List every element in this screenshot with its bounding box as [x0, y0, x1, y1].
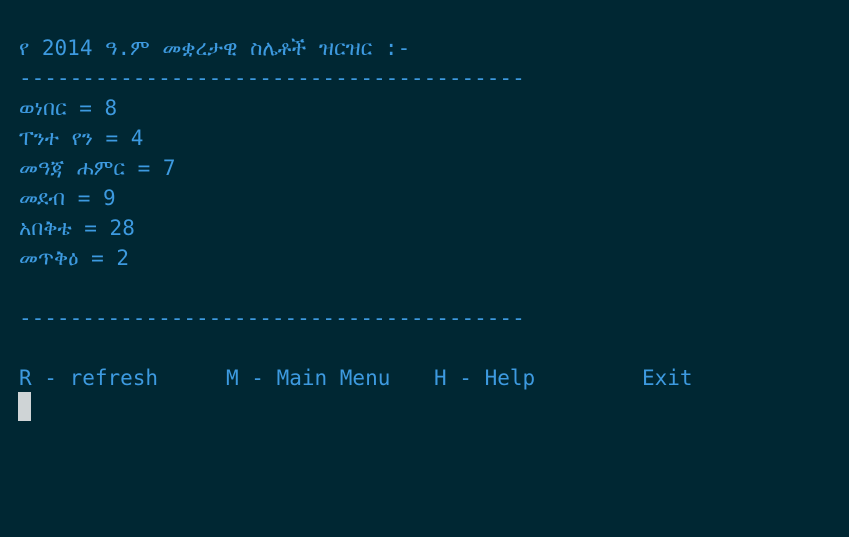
- text-cursor: [18, 392, 31, 421]
- list-item: ፐንተ የን = 4: [19, 126, 144, 150]
- list-item: አበቅቴ = 28: [19, 216, 135, 240]
- main-menu-option[interactable]: M - Main Menu: [226, 363, 390, 393]
- list-item: ወነበር = 8: [19, 96, 118, 120]
- list-item: መዓጃ ሐምር = 7: [19, 156, 176, 180]
- list-item: መጥቅዕ = 2: [19, 246, 130, 270]
- exit-menu-option[interactable]: Exit: [642, 363, 693, 393]
- refresh-menu-option[interactable]: R - refresh: [19, 363, 158, 393]
- separator-top: ----------------------------------------: [19, 66, 525, 90]
- list-item: መደብ = 9: [19, 186, 116, 210]
- separator-bottom: ----------------------------------------: [19, 306, 525, 330]
- terminal-window[interactable]: የ 2014 ዓ.ም መቋረታዊ ስሌቶች ዝርዝር :- ----------…: [0, 0, 849, 537]
- help-menu-option[interactable]: H - Help: [434, 363, 535, 393]
- list-title: የ 2014 ዓ.ም መቋረታዊ ስሌቶች ዝርዝር :-: [19, 36, 411, 60]
